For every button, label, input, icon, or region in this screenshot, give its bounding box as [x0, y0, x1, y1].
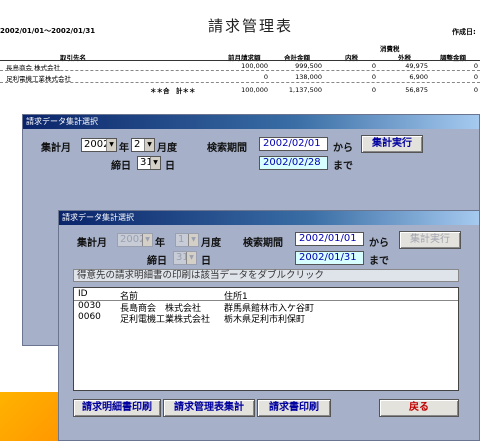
chevron-down-icon[interactable]: ▼ — [142, 234, 152, 246]
report-title: 請求管理表 — [208, 17, 294, 35]
report-header-rule — [0, 60, 480, 61]
report-total-adjust: 0 — [473, 86, 478, 94]
period-to-field[interactable]: 2002/01/31 — [295, 251, 364, 265]
list-item-address: 栃木県足利市利保町 — [224, 315, 306, 325]
year-unit-label: 年 — [155, 238, 165, 249]
list-header-id[interactable]: ID — [78, 289, 88, 299]
report-row-inner: 0 — [371, 62, 376, 70]
report-total-label: ＊＊合 計＊＊ — [150, 87, 196, 95]
month-unit-label: 月度 — [157, 143, 177, 154]
from-label: から — [333, 143, 353, 154]
back-button[interactable]: 戻る — [379, 399, 459, 417]
chevron-down-icon[interactable]: ▼ — [150, 157, 160, 169]
print-invoice-button[interactable]: 請求書印刷 — [257, 399, 331, 417]
report-row-total: 999,500 — [295, 62, 322, 70]
period-to-field[interactable]: 2002/02/28 — [259, 156, 328, 170]
report-row-divider — [0, 82, 480, 83]
run-aggregation-button[interactable]: 集計実行 — [361, 135, 423, 153]
period-from-field[interactable]: 2002/01/01 — [295, 232, 364, 246]
list-item-name: 足利電機工業株式会社 — [120, 315, 211, 325]
closing-day-unit: 日 — [201, 256, 211, 267]
report-row-adjust: 0 — [473, 62, 478, 70]
month-unit-label: 月度 — [201, 238, 221, 249]
report-row-prev: 0 — [263, 73, 268, 81]
report-row-adjust: 0 — [473, 73, 478, 81]
month-select[interactable]: 2 ▼ — [131, 138, 155, 152]
search-period-label: 検索期間 — [243, 238, 283, 249]
month-select-value: 2 — [134, 139, 141, 150]
closing-day-select[interactable]: 31 ▼ — [173, 251, 197, 265]
print-detail-statement-button[interactable]: 請求明細書印刷 — [73, 399, 161, 417]
report-row-prev: 100,000 — [241, 62, 268, 70]
dialog-title-bar[interactable]: 請求データ集計選択 — [23, 115, 479, 129]
report-tax-group-label: 消費税 — [380, 45, 400, 53]
report-created-label: 作成日: — [452, 28, 476, 36]
list-item-id: 0030 — [78, 301, 101, 311]
instruction-bar: 得意先の請求明細書の印刷は該当データをダブルクリック — [73, 269, 459, 282]
summary-aggregation-button[interactable]: 請求管理表集計 — [163, 399, 255, 417]
to-label: まで — [369, 256, 389, 267]
chevron-down-icon[interactable]: ▼ — [186, 252, 196, 264]
period-from-field[interactable]: 2002/02/01 — [259, 137, 328, 151]
year-unit-label: 年 — [119, 143, 129, 154]
customer-listbox[interactable]: ID 名前 住所1 0030 長島商会 株式会社 群馬県館林市入ケ谷町 0060… — [73, 287, 459, 391]
report-total-inner: 0 — [371, 86, 376, 94]
decorative-orange-block — [0, 392, 58, 441]
report-row-total: 138,000 — [295, 73, 322, 81]
month-select[interactable]: 1 ▼ — [175, 233, 199, 247]
report-date-range: 2002/01/01～2002/01/31 — [0, 27, 96, 35]
report-row-inner: 0 — [371, 73, 376, 81]
report-row-outer: 6,900 — [409, 73, 428, 81]
run-aggregation-button[interactable]: 集計実行 — [399, 231, 461, 249]
closing-day-label: 締日 — [111, 161, 131, 172]
closing-day-label: 締日 — [147, 256, 167, 267]
month-select-value: 1 — [178, 234, 185, 245]
report-row-divider — [0, 70, 480, 71]
report-row-outer: 49,975 — [405, 62, 428, 70]
aggregation-dialog-front: 請求データ集計選択 集計月 2002 ▼ 年 1 ▼ 月度 検索期間 2002/… — [58, 210, 480, 441]
dialog-title-bar[interactable]: 請求データ集計選択 — [59, 211, 479, 225]
closing-day-unit: 日 — [165, 161, 175, 172]
report-total-prev: 100,000 — [241, 86, 268, 94]
chevron-down-icon[interactable]: ▼ — [144, 139, 154, 151]
from-label: から — [369, 238, 389, 249]
to-label: まで — [333, 161, 353, 172]
closing-day-select[interactable]: 31 ▼ — [137, 156, 161, 170]
chevron-down-icon[interactable]: ▼ — [188, 234, 198, 246]
fiscal-month-label: 集計月 — [77, 238, 107, 249]
chevron-down-icon[interactable]: ▼ — [106, 139, 116, 151]
year-select[interactable]: 2002 ▼ — [81, 138, 117, 152]
fiscal-month-label: 集計月 — [41, 143, 71, 154]
report-total-total: 1,137,500 — [288, 86, 322, 94]
year-select[interactable]: 2002 ▼ — [117, 233, 153, 247]
search-period-label: 検索期間 — [207, 143, 247, 154]
report-total-outer: 56,875 — [405, 86, 428, 94]
list-item-id: 0060 — [78, 312, 101, 322]
invoice-report: 2002/01/01～2002/01/31 請求管理表 作成日: 消費税 取引先… — [0, 0, 480, 110]
